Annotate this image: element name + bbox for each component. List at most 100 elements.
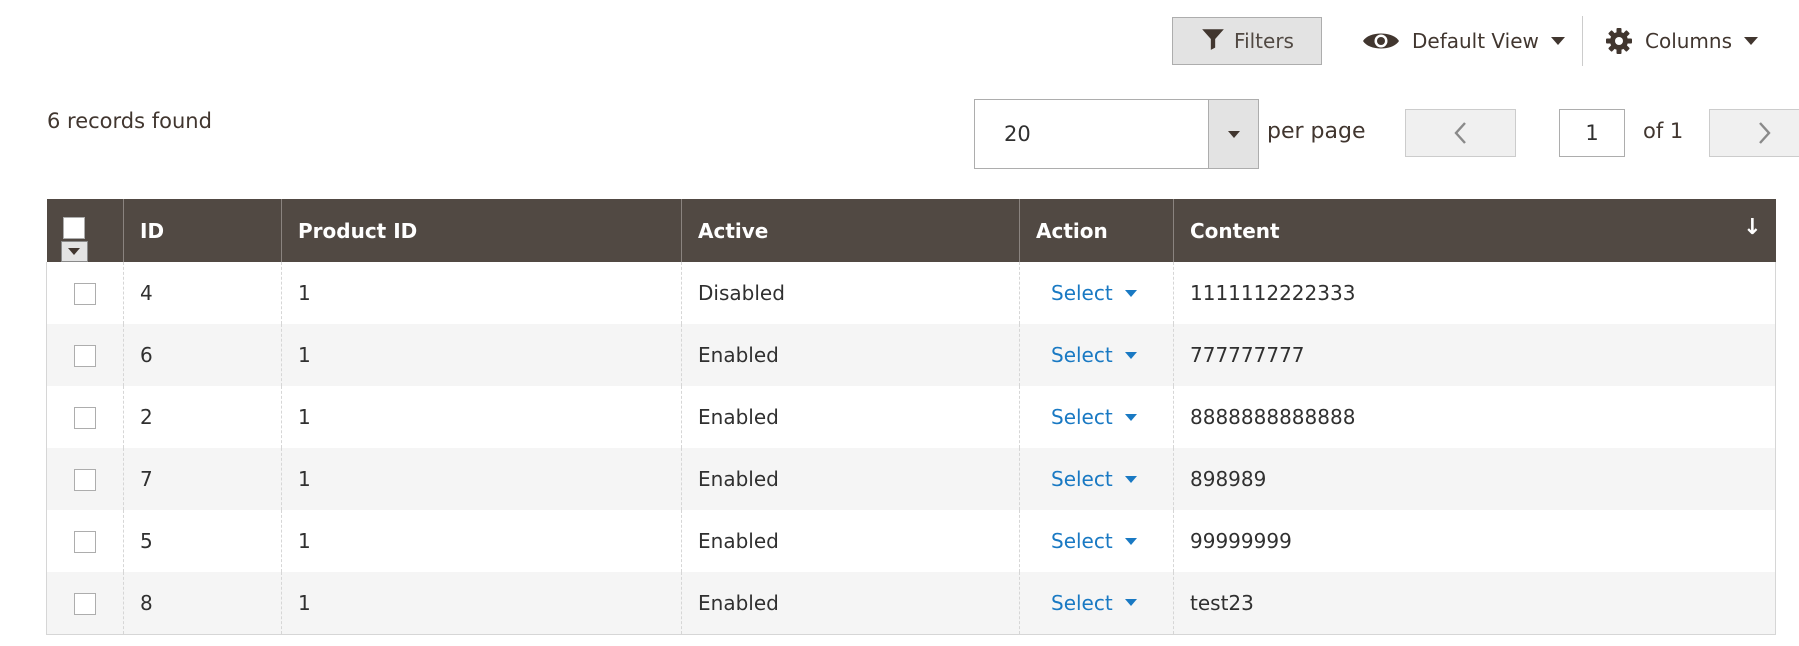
- cell-product-id: 1: [281, 510, 682, 572]
- row-checkbox[interactable]: [74, 283, 96, 306]
- cell-action: Select: [1019, 572, 1174, 635]
- row-checkbox-cell: [46, 448, 124, 510]
- caret-down-icon: [1227, 130, 1240, 138]
- table-row: 6 1 Enabled Select 777777777: [46, 324, 1776, 386]
- cell-id: 5: [123, 510, 282, 572]
- row-action-select[interactable]: Select: [1051, 281, 1137, 305]
- mass-select-dropdown[interactable]: [60, 241, 88, 262]
- current-page-input[interactable]: [1559, 109, 1625, 157]
- cell-action: Select: [1019, 510, 1174, 572]
- cell-content: 898989: [1173, 448, 1776, 510]
- sort-arrow-icon: ↓: [1743, 215, 1762, 240]
- action-label: Select: [1051, 467, 1113, 491]
- cell-active: Enabled: [681, 572, 1020, 635]
- caret-down-icon: [1550, 37, 1565, 45]
- table-row: 8 1 Enabled Select test23: [46, 572, 1776, 635]
- action-label: Select: [1051, 343, 1113, 367]
- cell-action: Select: [1019, 324, 1174, 386]
- row-checkbox-cell: [46, 572, 124, 635]
- select-all-checkbox[interactable]: [62, 217, 85, 239]
- per-page-toggle[interactable]: [1208, 100, 1258, 168]
- toolbar-divider: [1582, 16, 1583, 66]
- per-page-value: 20: [1004, 122, 1031, 146]
- next-page-button[interactable]: [1709, 109, 1799, 157]
- cell-active: Enabled: [681, 386, 1020, 448]
- funnel-icon: [1200, 26, 1226, 57]
- total-pages: of 1: [1643, 119, 1684, 143]
- cell-product-id: 1: [281, 386, 682, 448]
- filters-button[interactable]: Filters: [1172, 17, 1322, 65]
- action-label: Select: [1051, 405, 1113, 429]
- row-checkbox[interactable]: [74, 469, 96, 492]
- cell-content: 777777777: [1173, 324, 1776, 386]
- cell-product-id: 1: [281, 572, 682, 635]
- per-page-label: per page: [1267, 119, 1366, 144]
- cell-active: Enabled: [681, 510, 1020, 572]
- row-checkbox[interactable]: [74, 345, 96, 368]
- row-checkbox[interactable]: [74, 593, 96, 615]
- row-action-select[interactable]: Select: [1051, 343, 1137, 367]
- columns-label: Columns: [1645, 29, 1733, 53]
- column-header-content[interactable]: Content ↓: [1173, 199, 1776, 262]
- row-action-select[interactable]: Select: [1051, 467, 1137, 491]
- column-header-active[interactable]: Active: [681, 199, 1020, 262]
- cell-active: Enabled: [681, 448, 1020, 510]
- cell-content: 8888888888888: [1173, 386, 1776, 448]
- cell-product-id: 1: [281, 448, 682, 510]
- cell-product-id: 1: [281, 324, 682, 386]
- action-label: Select: [1051, 590, 1113, 615]
- row-checkbox[interactable]: [74, 531, 96, 554]
- table-row: 4 1 Disabled Select 1111112222333: [46, 262, 1776, 324]
- chevron-right-icon: [1759, 122, 1771, 144]
- cell-content: 1111112222333: [1173, 262, 1776, 324]
- eye-icon: [1362, 28, 1400, 54]
- data-grid: ID Product ID Active Action Content ↓ 4 …: [46, 199, 1776, 635]
- cell-active: Enabled: [681, 324, 1020, 386]
- row-action-select[interactable]: Select: [1051, 591, 1137, 615]
- default-view-dropdown[interactable]: Default View: [1362, 17, 1565, 65]
- cell-id: 2: [123, 386, 282, 448]
- columns-dropdown[interactable]: Columns: [1605, 17, 1759, 65]
- mass-action-header: [46, 199, 124, 262]
- row-checkbox-cell: [46, 324, 124, 386]
- caret-down-icon: [1124, 537, 1137, 545]
- cell-action: Select: [1019, 448, 1174, 510]
- row-checkbox-cell: [46, 386, 124, 448]
- row-checkbox[interactable]: [74, 407, 96, 430]
- table-row: 5 1 Enabled Select 99999999: [46, 510, 1776, 572]
- row-checkbox-cell: [46, 262, 124, 324]
- action-label: Select: [1051, 529, 1113, 553]
- column-header-product-id[interactable]: Product ID: [281, 199, 682, 262]
- table-row: 7 1 Enabled Select 898989: [46, 448, 1776, 510]
- row-action-select[interactable]: Select: [1051, 405, 1137, 429]
- gear-icon: [1605, 27, 1633, 55]
- records-count: 6 records found: [47, 109, 212, 133]
- cell-action: Select: [1019, 262, 1174, 324]
- table-row: 2 1 Enabled Select 8888888888888: [46, 386, 1776, 448]
- cell-id: 7: [123, 448, 282, 510]
- content-header-label: Content: [1190, 218, 1280, 243]
- caret-down-icon: [1124, 475, 1137, 483]
- cell-content: test23: [1173, 572, 1776, 635]
- filters-label: Filters: [1234, 29, 1294, 53]
- caret-down-icon: [1744, 37, 1759, 45]
- row-checkbox-cell: [46, 510, 124, 572]
- chevron-left-icon: [1453, 122, 1466, 144]
- column-header-action: Action: [1019, 199, 1174, 262]
- grid-header-row: ID Product ID Active Action Content ↓: [46, 199, 1776, 262]
- cell-id: 8: [123, 572, 282, 635]
- caret-down-icon: [1124, 599, 1137, 607]
- caret-down-icon: [1124, 413, 1137, 421]
- cell-action: Select: [1019, 386, 1174, 448]
- previous-page-button[interactable]: [1405, 109, 1516, 157]
- cell-id: 4: [123, 262, 282, 324]
- row-action-select[interactable]: Select: [1051, 529, 1137, 553]
- cell-active: Disabled: [681, 262, 1020, 324]
- cell-id: 6: [123, 324, 282, 386]
- caret-down-icon: [68, 248, 80, 255]
- per-page-select[interactable]: 20: [974, 99, 1259, 169]
- cell-content: 99999999: [1173, 510, 1776, 572]
- column-header-id[interactable]: ID: [123, 199, 282, 262]
- caret-down-icon: [1124, 351, 1137, 359]
- caret-down-icon: [1124, 289, 1137, 297]
